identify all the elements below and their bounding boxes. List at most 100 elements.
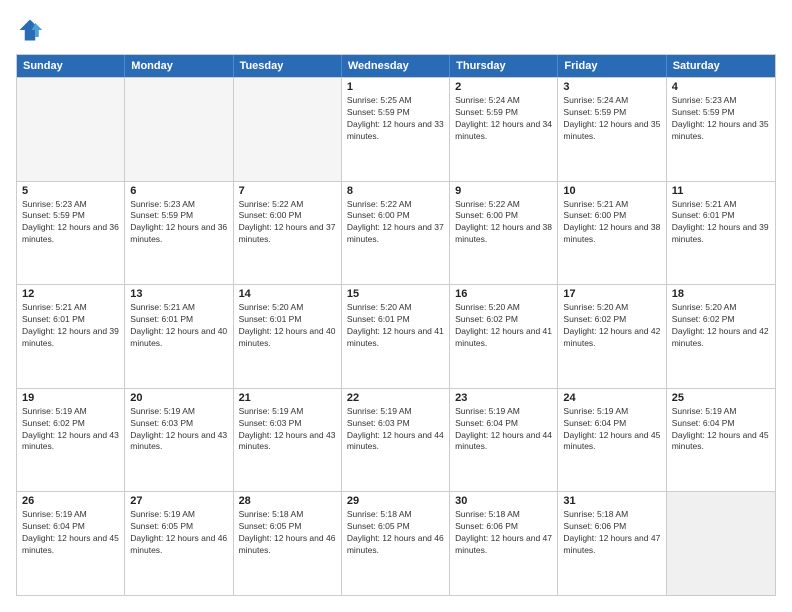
day-cell-15: 15Sunrise: 5:20 AM Sunset: 6:01 PM Dayli…: [342, 285, 450, 388]
day-number: 28: [239, 495, 336, 507]
empty-cell: [667, 492, 775, 595]
cell-info: Sunrise: 5:19 AM Sunset: 6:03 PM Dayligh…: [239, 406, 336, 454]
day-cell-7: 7 Sunrise: 5:22 AM Sunset: 6:00 PM Daylig…: [234, 182, 342, 285]
cell-info: Sunrise: 5:22 AM Sunset: 6:00 PM Dayligh…: [347, 199, 444, 247]
day-cell-4: 4 Sunrise: 5:23 AM Sunset: 5:59 PM Daylig…: [667, 78, 775, 181]
header-day-thursday: Thursday: [450, 55, 558, 77]
day-cell-1: 1Sunrise: 5:25 AM Sunset: 5:59 PM Daylig…: [342, 78, 450, 181]
calendar-body: 1Sunrise: 5:25 AM Sunset: 5:59 PM Daylig…: [17, 77, 775, 595]
cell-info: Sunrise: 5:18 AM Sunset: 6:06 PM Dayligh…: [563, 509, 660, 557]
day-number: 9: [455, 185, 552, 197]
page: SundayMondayTuesdayWednesdayThursdayFrid…: [0, 0, 792, 612]
cell-info: Sunrise: 5:22 AM Sunset: 6:00 PM Dayligh…: [455, 199, 552, 247]
day-cell-30: 30 Sunrise: 5:18 AM Sunset: 6:06 PM Dayli…: [450, 492, 558, 595]
day-number: 4: [672, 81, 770, 93]
day-cell-6: 6 Sunrise: 5:23 AM Sunset: 5:59 PM Daylig…: [125, 182, 233, 285]
calendar-row-4: 19 Sunrise: 5:19 AM Sunset: 6:02 PM Dayli…: [17, 388, 775, 492]
day-number: 8: [347, 185, 444, 197]
day-number: 14: [239, 288, 336, 300]
cell-info: Sunrise: 5:19 AM Sunset: 6:04 PM Dayligh…: [22, 509, 119, 557]
cell-info: Sunrise: 5:19 AM Sunset: 6:04 PM Dayligh…: [672, 406, 770, 454]
day-number: 10: [563, 185, 660, 197]
day-number: 23: [455, 392, 552, 404]
day-number: 3: [563, 81, 660, 93]
cell-info: Sunrise: 5:19 AM Sunset: 6:03 PM Dayligh…: [347, 406, 444, 454]
day-cell-29: 29 Sunrise: 5:18 AM Sunset: 6:05 PM Dayli…: [342, 492, 450, 595]
cell-info: Sunrise: 5:21 AM Sunset: 6:01 PM Dayligh…: [672, 199, 770, 247]
calendar-row-3: 12Sunrise: 5:21 AM Sunset: 6:01 PM Dayli…: [17, 284, 775, 388]
day-cell-21: 21 Sunrise: 5:19 AM Sunset: 6:03 PM Dayli…: [234, 389, 342, 492]
calendar-header: SundayMondayTuesdayWednesdayThursdayFrid…: [17, 55, 775, 77]
day-number: 22: [347, 392, 444, 404]
day-number: 6: [130, 185, 227, 197]
logo: [16, 16, 48, 44]
day-number: 30: [455, 495, 552, 507]
day-number: 17: [563, 288, 660, 300]
day-number: 20: [130, 392, 227, 404]
cell-info: Sunrise: 5:23 AM Sunset: 5:59 PM Dayligh…: [22, 199, 119, 247]
day-number: 25: [672, 392, 770, 404]
day-cell-23: 23 Sunrise: 5:19 AM Sunset: 6:04 PM Dayli…: [450, 389, 558, 492]
cell-info: Sunrise: 5:20 AM Sunset: 6:01 PM Dayligh…: [239, 302, 336, 350]
day-number: 24: [563, 392, 660, 404]
day-number: 2: [455, 81, 552, 93]
header: [16, 16, 776, 44]
day-number: 27: [130, 495, 227, 507]
day-number: 5: [22, 185, 119, 197]
day-cell-19: 19 Sunrise: 5:19 AM Sunset: 6:02 PM Dayli…: [17, 389, 125, 492]
day-number: 16: [455, 288, 552, 300]
header-day-friday: Friday: [558, 55, 666, 77]
day-number: 19: [22, 392, 119, 404]
cell-info: Sunrise: 5:20 AM Sunset: 6:02 PM Dayligh…: [563, 302, 660, 350]
logo-icon: [16, 16, 44, 44]
cell-info: Sunrise: 5:19 AM Sunset: 6:02 PM Dayligh…: [22, 406, 119, 454]
cell-info: Sunrise: 5:23 AM Sunset: 5:59 PM Dayligh…: [130, 199, 227, 247]
day-cell-31: 31Sunrise: 5:18 AM Sunset: 6:06 PM Dayli…: [558, 492, 666, 595]
day-cell-18: 18Sunrise: 5:20 AM Sunset: 6:02 PM Dayli…: [667, 285, 775, 388]
day-cell-10: 10 Sunrise: 5:21 AM Sunset: 6:00 PM Dayli…: [558, 182, 666, 285]
day-cell-20: 20 Sunrise: 5:19 AM Sunset: 6:03 PM Dayli…: [125, 389, 233, 492]
day-number: 7: [239, 185, 336, 197]
day-cell-14: 14 Sunrise: 5:20 AM Sunset: 6:01 PM Dayli…: [234, 285, 342, 388]
cell-info: Sunrise: 5:19 AM Sunset: 6:03 PM Dayligh…: [130, 406, 227, 454]
day-number: 18: [672, 288, 770, 300]
header-day-wednesday: Wednesday: [342, 55, 450, 77]
day-cell-17: 17 Sunrise: 5:20 AM Sunset: 6:02 PM Dayli…: [558, 285, 666, 388]
cell-info: Sunrise: 5:20 AM Sunset: 6:02 PM Dayligh…: [455, 302, 552, 350]
day-number: 12: [22, 288, 119, 300]
day-cell-24: 24 Sunrise: 5:19 AM Sunset: 6:04 PM Dayli…: [558, 389, 666, 492]
day-cell-13: 13Sunrise: 5:21 AM Sunset: 6:01 PM Dayli…: [125, 285, 233, 388]
header-day-saturday: Saturday: [667, 55, 775, 77]
calendar: SundayMondayTuesdayWednesdayThursdayFrid…: [16, 54, 776, 596]
day-number: 21: [239, 392, 336, 404]
cell-info: Sunrise: 5:18 AM Sunset: 6:05 PM Dayligh…: [347, 509, 444, 557]
cell-info: Sunrise: 5:18 AM Sunset: 6:06 PM Dayligh…: [455, 509, 552, 557]
day-cell-26: 26 Sunrise: 5:19 AM Sunset: 6:04 PM Dayli…: [17, 492, 125, 595]
day-cell-22: 22 Sunrise: 5:19 AM Sunset: 6:03 PM Dayli…: [342, 389, 450, 492]
cell-info: Sunrise: 5:22 AM Sunset: 6:00 PM Dayligh…: [239, 199, 336, 247]
empty-cell: [17, 78, 125, 181]
day-number: 29: [347, 495, 444, 507]
calendar-row-5: 26 Sunrise: 5:19 AM Sunset: 6:04 PM Dayli…: [17, 491, 775, 595]
empty-cell: [234, 78, 342, 181]
day-cell-25: 25 Sunrise: 5:19 AM Sunset: 6:04 PM Dayli…: [667, 389, 775, 492]
day-number: 13: [130, 288, 227, 300]
day-number: 1: [347, 81, 444, 93]
cell-info: Sunrise: 5:23 AM Sunset: 5:59 PM Dayligh…: [672, 95, 770, 143]
header-day-monday: Monday: [125, 55, 233, 77]
day-cell-28: 28Sunrise: 5:18 AM Sunset: 6:05 PM Dayli…: [234, 492, 342, 595]
cell-info: Sunrise: 5:19 AM Sunset: 6:04 PM Dayligh…: [455, 406, 552, 454]
cell-info: Sunrise: 5:19 AM Sunset: 6:04 PM Dayligh…: [563, 406, 660, 454]
day-number: 26: [22, 495, 119, 507]
day-cell-11: 11Sunrise: 5:21 AM Sunset: 6:01 PM Dayli…: [667, 182, 775, 285]
cell-info: Sunrise: 5:24 AM Sunset: 5:59 PM Dayligh…: [455, 95, 552, 143]
empty-cell: [125, 78, 233, 181]
day-cell-27: 27 Sunrise: 5:19 AM Sunset: 6:05 PM Dayli…: [125, 492, 233, 595]
cell-info: Sunrise: 5:20 AM Sunset: 6:01 PM Dayligh…: [347, 302, 444, 350]
cell-info: Sunrise: 5:24 AM Sunset: 5:59 PM Dayligh…: [563, 95, 660, 143]
cell-info: Sunrise: 5:19 AM Sunset: 6:05 PM Dayligh…: [130, 509, 227, 557]
header-day-tuesday: Tuesday: [234, 55, 342, 77]
cell-info: Sunrise: 5:21 AM Sunset: 6:00 PM Dayligh…: [563, 199, 660, 247]
day-cell-9: 9 Sunrise: 5:22 AM Sunset: 6:00 PM Daylig…: [450, 182, 558, 285]
day-cell-2: 2 Sunrise: 5:24 AM Sunset: 5:59 PM Daylig…: [450, 78, 558, 181]
